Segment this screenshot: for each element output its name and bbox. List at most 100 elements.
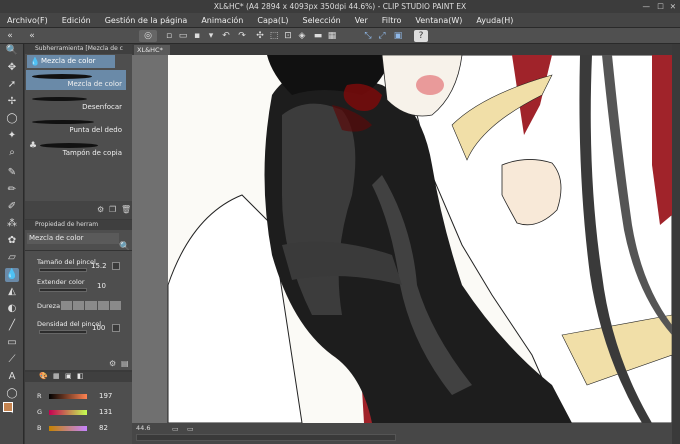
menu-gestion-pagina[interactable]: Gestión de la página [98,13,195,28]
brush-size-preset-icon[interactable] [112,262,120,270]
zoom-out-icon[interactable]: ▭ [172,425,179,433]
brush-preview [32,120,94,124]
menu-ayuda[interactable]: Ayuda(H) [469,13,520,28]
airbrush-tool-icon[interactable]: ⁂ [5,217,19,231]
panel-collapse-icon[interactable]: « [4,30,16,42]
property-settings-icon[interactable]: ⚙ [109,359,116,368]
green-value[interactable]: 131 [99,408,112,416]
menu-capa[interactable]: Capa(L) [250,13,295,28]
selection-tool-icon[interactable]: ◯ [5,112,19,126]
close-button[interactable]: ✕ [670,0,676,13]
tool-strip: 🔍 ✥ ➚ ✢ ◯ ✦ ⌕ ✎ ✏ ✐ ⁂ ✿ ▱ 💧 ◭ ◐ ╱ ▭ ⟋ A … [0,44,24,444]
extend-color-value[interactable]: 10 [97,282,106,290]
property-menu-icon[interactable]: ▤ [121,359,129,368]
color-tab-icon-3[interactable]: ▣ [65,372,72,380]
snap-ruler-icon[interactable]: ⤡ [362,30,374,42]
blue-value[interactable]: 82 [99,424,108,432]
zoom-tool-icon[interactable]: 🔍 [5,44,19,58]
invert-selection-icon[interactable]: ⊡ [282,30,294,42]
eraser-tool-icon[interactable]: ▱ [5,251,19,265]
minimize-button[interactable]: — [643,0,651,13]
brush-density-preset-icon[interactable] [112,324,120,332]
menu-animacion[interactable]: Animación [194,13,250,28]
brush-tool-icon[interactable]: ✐ [5,200,19,214]
subtool-group-tab[interactable]: 💧 Mezcla de color [27,55,115,68]
red-slider[interactable] [49,394,87,399]
hardness-selector[interactable] [61,301,122,310]
fill-tool-icon[interactable]: ◭ [5,285,19,299]
zoom-value[interactable]: 44.6 [136,424,150,432]
undo-icon[interactable]: ↶ [220,30,232,42]
blend-icon: 💧 [30,57,40,66]
redo-icon[interactable]: ↷ [236,30,248,42]
subtool-panel-footer: ⚙ ❐ 🗑 [25,201,132,219]
canvas-tab[interactable]: XL&HC* [134,45,170,55]
auto-select-tool-icon[interactable]: ✦ [5,129,19,143]
maximize-button[interactable]: ☐ [657,0,664,13]
balloon-tool-icon[interactable]: ◯ [5,387,19,401]
subtool-item-tampon-copia[interactable]: ♣ Tampón de copia [26,139,126,159]
open-file-icon[interactable]: ▭ [177,30,189,42]
new-file-icon[interactable]: ▫ [163,30,175,42]
pencil-tool-icon[interactable]: ✏ [5,183,19,197]
color-tab-icon-4[interactable]: ◧ [77,372,84,380]
help-icon[interactable]: ? [414,30,428,42]
menu-edicion[interactable]: Edición [55,13,98,28]
canvas-tab-bar: XL&HC* [132,44,672,55]
brush-size-slider[interactable] [39,268,87,272]
green-slider[interactable] [49,410,87,415]
menu-ver[interactable]: Ver [348,13,375,28]
menu-ventana[interactable]: Ventana(W) [408,13,469,28]
blue-slider[interactable] [49,426,87,431]
blend-tool-icon[interactable]: 💧 [5,268,19,282]
brush-density-slider[interactable] [39,330,87,334]
figure-tool-icon[interactable]: ╱ [5,319,19,333]
ruler-icon[interactable]: ▬ [312,30,324,42]
brush-size-value[interactable]: 15.2 [91,262,107,270]
color-tab-icon[interactable]: 🎨 [39,372,48,380]
brush-density-value[interactable]: 100 [92,324,105,332]
subtool-item-mezcla[interactable]: Mezcla de color [26,70,126,90]
dropdown-icon[interactable]: ▾ [205,30,217,42]
subtool-group-label: Mezcla de color [41,57,96,65]
menu-filtro[interactable]: Filtro [375,13,409,28]
extend-color-slider[interactable] [39,288,87,292]
snap-special-ruler-icon[interactable]: ⤢ [376,30,388,42]
operation-tool-icon[interactable]: ➚ [5,78,19,92]
red-value[interactable]: 197 [99,392,112,400]
menu-archivo[interactable]: Archivo(F) [0,13,55,28]
clip-studio-icon[interactable]: ◎ [139,30,157,42]
text-tool-icon[interactable]: A [5,370,19,384]
subtool-settings-icon[interactable]: ⚙ [97,205,104,214]
color-tab-icon-2[interactable]: ▦ [53,372,60,380]
horizontal-scrollbar[interactable] [136,434,396,441]
vertical-scrollbar[interactable] [672,44,680,444]
subtool-item-punta-dedo[interactable]: Punta del dedo [26,116,126,136]
panel-collapse-icon-2[interactable]: « [26,30,38,42]
main-color-swatch[interactable] [3,402,13,412]
frame-tool-icon[interactable]: ▭ [5,336,19,350]
menu-seleccion[interactable]: Selección [296,13,348,28]
grid-icon[interactable]: ▦ [326,30,338,42]
ruler-tool-icon[interactable]: ⟋ [5,353,19,367]
eyedropper-tool-icon[interactable]: ⌕ [5,146,19,160]
pen-tool-icon[interactable]: ✎ [5,166,19,180]
zoom-in-icon[interactable]: ▭ [187,425,194,433]
subtool-copy-icon[interactable]: ❐ [109,205,116,214]
brush-preview [40,143,98,148]
subtool-delete-icon[interactable]: 🗑 [121,205,131,214]
deselect-icon[interactable]: ⬚ [268,30,280,42]
canvas[interactable] [132,55,672,423]
extend-color-label: Extender color [37,278,85,286]
save-icon[interactable]: ▪ [191,30,203,42]
fill-icon[interactable]: ◈ [296,30,308,42]
transform-icon[interactable]: ✣ [254,30,266,42]
subtool-item-desenfocar[interactable]: Desenfocar [26,93,126,113]
move-tool-icon[interactable]: ✥ [5,61,19,75]
move-layer-tool-icon[interactable]: ✢ [5,95,19,109]
gradient-tool-icon[interactable]: ◐ [5,302,19,316]
brush-size-label: Tamaño del pincel [37,258,96,266]
decoration-tool-icon[interactable]: ✿ [5,234,19,248]
snap-grid-icon[interactable]: ▣ [392,30,404,42]
brush-preview [32,97,87,101]
